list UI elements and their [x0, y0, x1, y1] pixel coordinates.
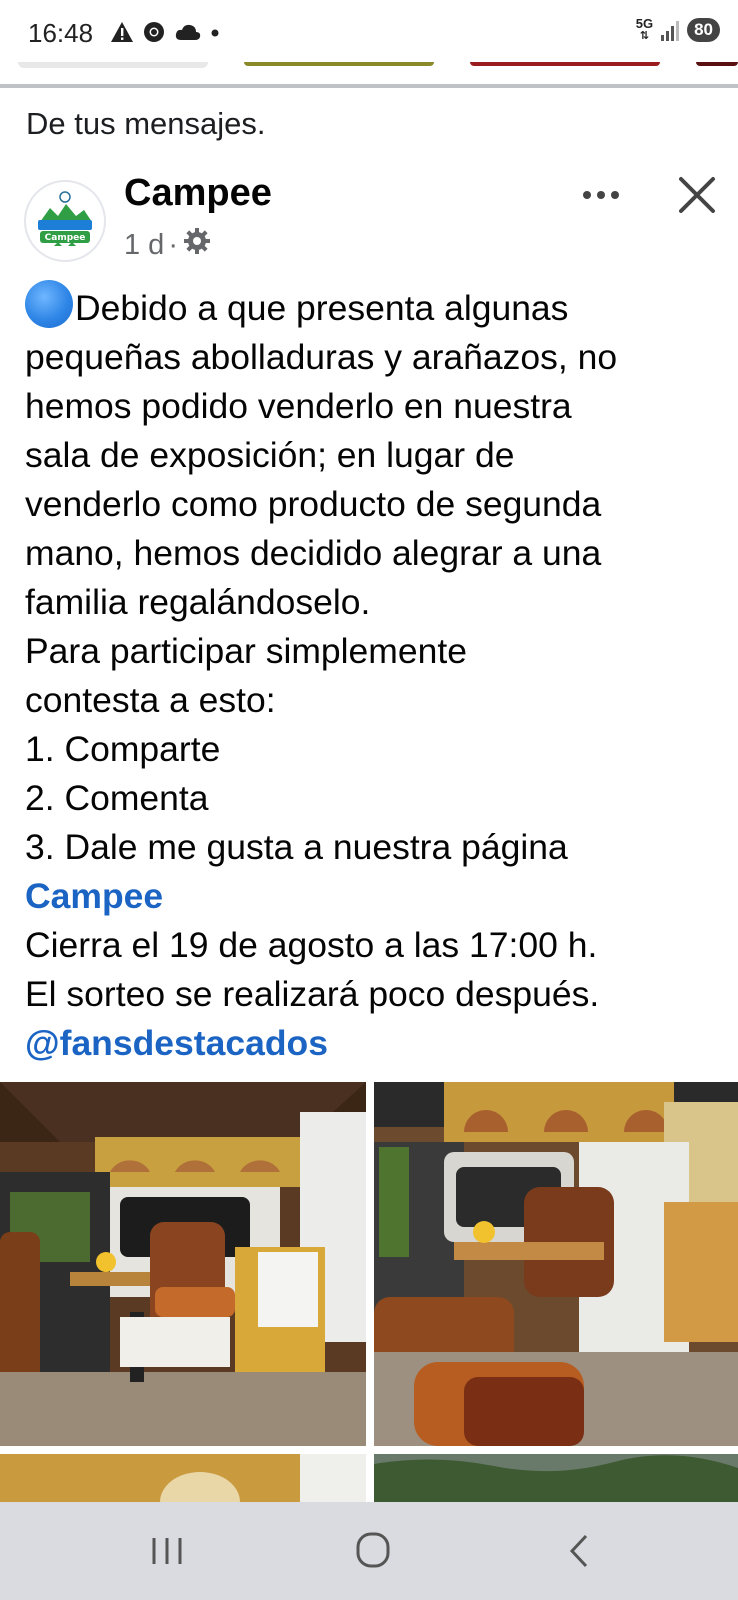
- status-right: 5G ⇅ 80: [635, 16, 720, 42]
- notification-icons: [110, 20, 220, 50]
- post-line: 3. Dale me gusta a nuestra página: [25, 827, 568, 867]
- post-line: El sorteo se realizará poco después.: [25, 974, 600, 1014]
- home-icon: [356, 1532, 390, 1568]
- svg-text:Campee: Campee: [45, 233, 86, 243]
- story-edge: [244, 62, 434, 66]
- battery-indicator: 80: [687, 18, 720, 42]
- network-indicator: 5G ⇅: [635, 16, 654, 42]
- post-line: mano, hemos decidido alegrar a una: [25, 533, 602, 573]
- section-label: De tus mensajes.: [26, 106, 266, 141]
- post-line: sala de exposición; en lugar de: [25, 435, 515, 475]
- post-photo[interactable]: [374, 1454, 738, 1502]
- home-button[interactable]: [338, 1520, 408, 1580]
- van-interior-image: [374, 1082, 738, 1446]
- post-photo[interactable]: [0, 1082, 366, 1446]
- post-line: contesta a esto:: [25, 680, 276, 720]
- van-interior-image: [0, 1082, 366, 1446]
- close-button[interactable]: [672, 170, 722, 220]
- page-avatar[interactable]: Campee: [24, 180, 106, 262]
- post-line: familia regalándoselo.: [25, 582, 371, 622]
- post-body: Debido a que presenta algunas pequeñas a…: [25, 280, 735, 1068]
- post-line: 1. Comparte: [25, 729, 221, 769]
- signal-icon: [661, 19, 680, 41]
- post-line: venderlo como producto de segunda: [25, 484, 602, 524]
- divider: [0, 84, 738, 88]
- post-line: 2. Comenta: [25, 778, 209, 818]
- post-line: hemos podido venderlo en nuestra: [25, 386, 572, 426]
- recent-apps-button[interactable]: [132, 1520, 202, 1580]
- mention-link[interactable]: @fansdestacados: [25, 1023, 328, 1063]
- status-time: 16:48: [28, 18, 94, 48]
- post-line: Cierra el 19 de agosto a las 17:00 h.: [25, 925, 598, 965]
- outdoor-image: [374, 1454, 738, 1502]
- blue-circle-icon: [25, 280, 73, 328]
- more-options-button[interactable]: [578, 178, 624, 212]
- campee-logo: Campee: [27, 183, 103, 259]
- chrome-icon: [142, 20, 166, 50]
- gear-icon[interactable]: [182, 226, 212, 264]
- post-line: Debido a que presenta algunas: [25, 280, 735, 333]
- story-edge: [18, 62, 208, 68]
- post-photo[interactable]: [374, 1082, 738, 1446]
- cloud-icon: [174, 21, 202, 49]
- status-bar: 16:48 5G ⇅ 80: [0, 0, 738, 64]
- warning-icon: [110, 21, 134, 49]
- post-line: Para participar simplemente: [25, 631, 467, 671]
- van-interior-image: [0, 1454, 366, 1502]
- post-author[interactable]: Campee: [124, 172, 272, 215]
- post-time[interactable]: 1 d: [124, 229, 164, 262]
- close-icon: [679, 177, 715, 213]
- post-photo[interactable]: [0, 1454, 366, 1502]
- story-edge: [470, 62, 660, 66]
- page-link[interactable]: Campee: [25, 876, 163, 916]
- post-meta: 1 d ·: [124, 226, 212, 264]
- recent-apps-icon: [152, 1538, 182, 1564]
- dot-icon: [210, 21, 220, 49]
- back-button[interactable]: [544, 1520, 614, 1580]
- system-navigation-bar: [0, 1502, 738, 1600]
- meta-separator: ·: [168, 228, 178, 261]
- story-edge: [696, 62, 738, 66]
- more-icon: [583, 191, 619, 199]
- post-line: pequeñas abolladuras y arañazos, no: [25, 337, 618, 377]
- back-icon: [569, 1534, 588, 1568]
